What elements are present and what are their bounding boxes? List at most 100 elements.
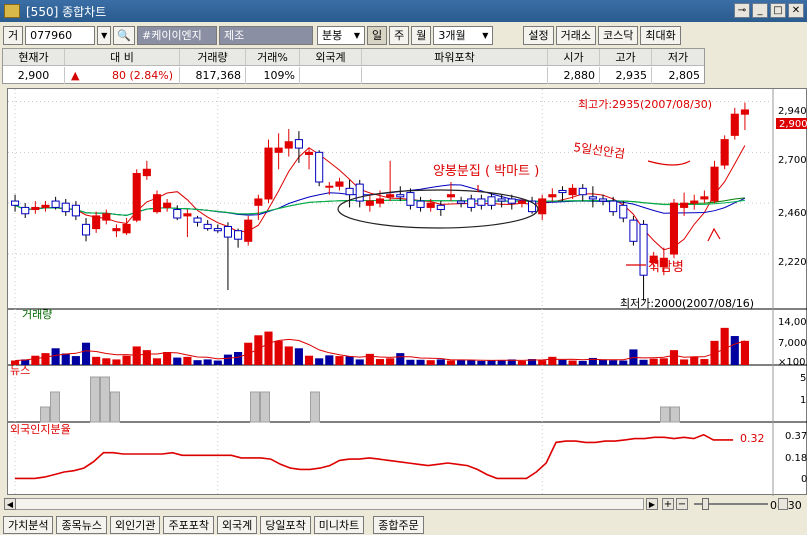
- volume-bar: [152, 358, 162, 365]
- candle-body: [548, 194, 557, 198]
- tab-value-analysis[interactable]: 가치분석: [3, 515, 54, 534]
- stock-code-input[interactable]: 077960: [25, 25, 96, 45]
- tab-mini-chart[interactable]: 미니차트: [313, 515, 365, 534]
- volume-bar: [578, 360, 587, 365]
- candle-body: [284, 141, 293, 149]
- close-button[interactable]: ✕: [788, 3, 804, 18]
- volume-bar: [497, 360, 506, 365]
- candle: [234, 228, 243, 248]
- note-bullish-cluster: 양봉분집 ( 박마트 ): [433, 164, 539, 179]
- candle-body: [446, 194, 456, 198]
- candle: [21, 203, 30, 219]
- candle-body: [629, 219, 638, 242]
- current-price: 2,900: [3, 67, 65, 84]
- scroll-right-button[interactable]: ▶: [646, 498, 658, 510]
- open-value: 2,880: [548, 67, 600, 84]
- candle-body: [244, 219, 253, 242]
- candle-body: [264, 147, 273, 200]
- candle-body: [375, 198, 385, 204]
- candle: [457, 196, 466, 208]
- chart-area[interactable]: 양봉분집 ( 박마트 ) 5일선안검 적삼병 최고가:2935(2007/08/…: [7, 88, 807, 496]
- tab-today-capture[interactable]: 당일포착: [260, 515, 311, 534]
- candle: [740, 102, 749, 131]
- volume-bar: [375, 359, 385, 365]
- volume-bar: [335, 356, 344, 365]
- restore-button[interactable]: □: [770, 3, 786, 18]
- pin-icon[interactable]: ⊸: [734, 3, 750, 18]
- candle: [538, 194, 547, 221]
- tab-foreign-broker[interactable]: 외국계: [216, 515, 258, 534]
- candle-body: [720, 139, 729, 166]
- scroll-left-button[interactable]: ◀: [4, 498, 16, 510]
- volume-bar: [41, 353, 50, 365]
- maximize-button[interactable]: 최대화: [640, 25, 681, 45]
- horizontal-scrollbar[interactable]: [4, 498, 644, 510]
- zoom-in-button[interactable]: +: [662, 498, 674, 510]
- chevron-down-icon: ▼: [353, 30, 360, 40]
- candle-body: [730, 113, 739, 136]
- high-annotation: 최고가:2935(2007/08/30): [578, 98, 712, 111]
- market-type-button[interactable]: 거: [3, 25, 24, 45]
- news-bars: [40, 376, 680, 423]
- power-value: [362, 67, 548, 84]
- search-icon: 🔍: [117, 28, 131, 42]
- candle: [41, 201, 50, 212]
- range-select[interactable]: 3개월 ▼: [433, 25, 494, 45]
- candle-body: [193, 217, 202, 223]
- up-arrow-icon: ▲: [71, 69, 80, 82]
- candle-body: [609, 200, 618, 213]
- tab-foreign-institution[interactable]: 외인기관: [109, 515, 161, 534]
- news-bar: [260, 391, 270, 423]
- candle-body: [315, 151, 324, 183]
- candle-body: [304, 151, 314, 155]
- volume-bar: [396, 353, 405, 365]
- volume-label: 거래량: [22, 308, 52, 321]
- chevron-down-icon: ▼: [482, 30, 489, 40]
- kosdaq-button[interactable]: 코스닥: [597, 25, 639, 45]
- header-foreign: 외국계: [300, 49, 362, 65]
- scroll-end-button[interactable]: [778, 498, 788, 510]
- volume-bar: [193, 360, 202, 365]
- stock-chart[interactable]: 양봉분집 ( 박마트 ) 5일선안검 적삼병 최고가:2935(2007/08/…: [8, 89, 807, 496]
- note-arrow: [647, 160, 691, 166]
- candle-body: [102, 213, 111, 221]
- tab-main-capture[interactable]: 주포포착: [163, 515, 214, 534]
- search-button[interactable]: 🔍: [113, 25, 135, 45]
- candle-body: [335, 181, 344, 187]
- candle-body: [396, 194, 405, 198]
- volume-bar: [81, 342, 91, 365]
- period-select-value: 분봉: [321, 29, 343, 42]
- day-button[interactable]: 일: [366, 25, 388, 45]
- candle-body: [112, 228, 121, 232]
- stock-code-value: 077960: [30, 28, 73, 42]
- period-select[interactable]: 분봉 ▼: [316, 25, 365, 45]
- candle-body: [11, 200, 20, 206]
- candle-body: [710, 166, 719, 202]
- minimize-button[interactable]: _: [752, 3, 768, 18]
- quote-value-row: 2,900 ▲ 80 (2.84%) 817,368 109% 2,880 2,…: [3, 67, 704, 84]
- header-high: 고가: [600, 49, 652, 65]
- range-select-value: 3개월: [438, 29, 466, 42]
- zoom-slider-handle[interactable]: [702, 498, 709, 510]
- tab-order[interactable]: 종합주문: [373, 515, 424, 534]
- zoom-out-button[interactable]: −: [676, 498, 688, 510]
- candle-body: [639, 223, 648, 276]
- tab-stock-news[interactable]: 종목뉴스: [56, 515, 107, 534]
- volume-bar: [51, 348, 60, 365]
- candle-body: [203, 223, 212, 230]
- volume-bar: [740, 340, 749, 365]
- exchange-button[interactable]: 거래소: [555, 25, 596, 45]
- candle: [386, 160, 395, 202]
- volume-bar: [619, 360, 628, 365]
- candle-body: [436, 204, 445, 211]
- foreign-tick: 0.37: [785, 431, 807, 442]
- volume-tick: ×100: [778, 357, 805, 368]
- code-dropdown-button[interactable]: ▼: [97, 25, 112, 45]
- month-button[interactable]: 월: [411, 25, 432, 45]
- settings-button[interactable]: 설정: [523, 25, 554, 45]
- week-button[interactable]: 주: [389, 25, 410, 45]
- volume-bar: [274, 340, 283, 365]
- candle: [730, 107, 739, 140]
- candle-body: [173, 209, 182, 219]
- volume-bar: [71, 356, 80, 365]
